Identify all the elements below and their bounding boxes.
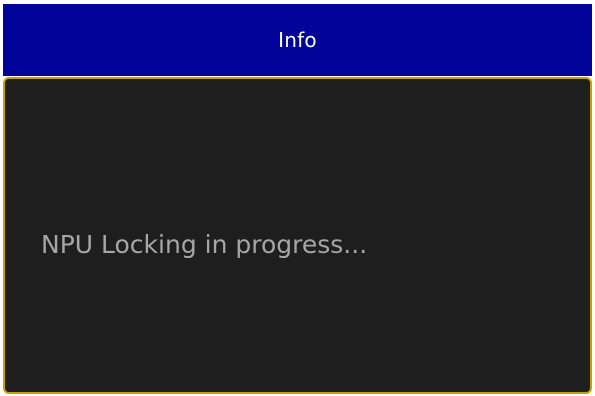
info-dialog: Info NPU Locking in progress... <box>3 4 592 394</box>
dialog-title: Info <box>278 28 317 52</box>
dialog-content-panel: NPU Locking in progress... <box>3 77 592 394</box>
status-message: NPU Locking in progress... <box>41 230 368 259</box>
dialog-titlebar: Info <box>3 4 592 76</box>
